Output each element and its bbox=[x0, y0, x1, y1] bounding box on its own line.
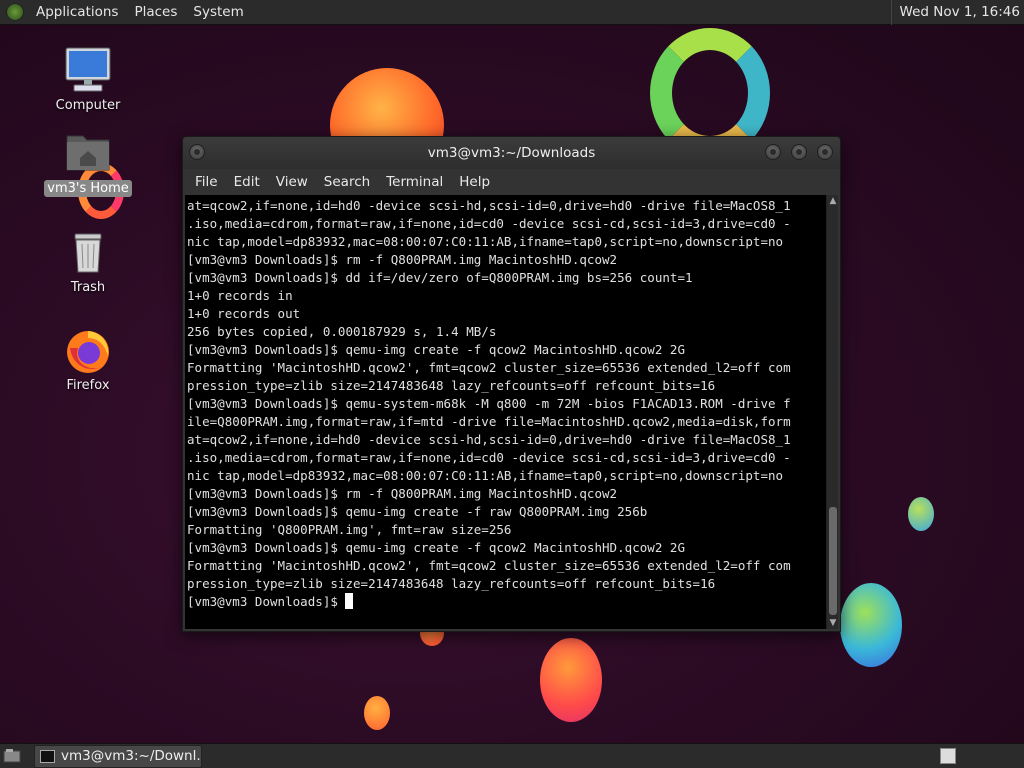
scrollbar-thumb[interactable] bbox=[829, 507, 837, 615]
close-button[interactable] bbox=[817, 144, 833, 160]
terminal-line: [vm3@vm3 Downloads]$ qemu-img create -f … bbox=[187, 342, 686, 357]
text-cursor bbox=[345, 593, 354, 609]
desktop-icon-firefox[interactable]: Firefox bbox=[43, 326, 133, 393]
home-folder-icon bbox=[64, 128, 112, 176]
terminal-icon bbox=[40, 750, 55, 763]
firefox-icon bbox=[64, 326, 112, 374]
desktop-icon-computer[interactable]: Computer bbox=[43, 46, 133, 113]
terminal-line: .iso,media=cdrom,format=raw,if=none,id=c… bbox=[187, 216, 791, 231]
terminal-line: at=qcow2,if=none,id=hd0 -device scsi-hd,… bbox=[187, 432, 791, 447]
terminal-line: pression_type=zlib size=2147483648 lazy_… bbox=[187, 378, 716, 393]
terminal-window[interactable]: vm3@vm3:~/Downloads File Edit View Searc… bbox=[182, 136, 841, 632]
places-menu[interactable]: Places bbox=[126, 0, 185, 25]
menu-search[interactable]: Search bbox=[316, 169, 378, 195]
workspace-switcher[interactable] bbox=[940, 748, 956, 764]
terminal-line: [vm3@vm3 Downloads]$ qemu-img create -f … bbox=[187, 540, 686, 555]
scroll-down-arrow-icon[interactable]: ▼ bbox=[827, 617, 839, 629]
gnome-foot-icon[interactable] bbox=[6, 3, 24, 21]
system-menu[interactable]: System bbox=[185, 0, 251, 25]
terminal-line: [vm3@vm3 Downloads]$ qemu-img create -f … bbox=[187, 504, 648, 519]
terminal-line: at=qcow2,if=none,id=hd0 -device scsi-hd,… bbox=[187, 198, 791, 213]
terminal-prompt: [vm3@vm3 Downloads]$ bbox=[187, 594, 346, 609]
maximize-button[interactable] bbox=[791, 144, 807, 160]
terminal-line: nic tap,model=dp83932,mac=08:00:07:C0:11… bbox=[187, 468, 784, 483]
terminal-line: Formatting 'MacintoshHD.qcow2', fmt=qcow… bbox=[187, 360, 791, 375]
window-titlebar[interactable]: vm3@vm3:~/Downloads bbox=[183, 137, 840, 169]
desktop-icon-trash[interactable]: Trash bbox=[43, 228, 133, 295]
bottom-panel: vm3@vm3:~/Downl... bbox=[0, 743, 1024, 768]
terminal-output[interactable]: at=qcow2,if=none,id=hd0 -device scsi-hd,… bbox=[185, 195, 826, 629]
orange-bubble-decoration bbox=[540, 638, 602, 722]
terminal-line: [vm3@vm3 Downloads]$ rm -f Q800PRAM.img … bbox=[187, 486, 618, 501]
terminal-line: 256 bytes copied, 0.000187929 s, 1.4 MB/… bbox=[187, 324, 497, 339]
terminal-menubar: File Edit View Search Terminal Help bbox=[183, 169, 840, 195]
terminal-line: Formatting 'Q800PRAM.img', fmt=raw size=… bbox=[187, 522, 512, 537]
terminal-line: .iso,media=cdrom,format=raw,if=none,id=c… bbox=[187, 450, 791, 465]
taskbar-terminal-button[interactable]: vm3@vm3:~/Downl... bbox=[34, 745, 202, 768]
clock[interactable]: Wed Nov 1, 16:46 bbox=[890, 0, 1020, 25]
terminal-scrollbar[interactable]: ▲ ▼ bbox=[826, 195, 838, 629]
terminal-line: 1+0 records in bbox=[187, 288, 293, 303]
menu-help[interactable]: Help bbox=[451, 169, 498, 195]
desktop-icon-label: Trash bbox=[70, 280, 106, 295]
terminal-line: ile=Q800PRAM.img,format=raw,if=mtd -driv… bbox=[187, 414, 791, 429]
desktop-icon-label: Firefox bbox=[66, 378, 110, 393]
terminal-line: [vm3@vm3 Downloads]$ rm -f Q800PRAM.img … bbox=[187, 252, 618, 267]
trash-icon bbox=[64, 228, 112, 276]
desktop-icon-label: Computer bbox=[55, 98, 121, 113]
applications-menu[interactable]: Applications bbox=[28, 0, 126, 25]
terminal-line: Formatting 'MacintoshHD.qcow2', fmt=qcow… bbox=[187, 558, 791, 573]
blue-bubble-decoration bbox=[840, 583, 902, 667]
desktop-icon-home[interactable]: vm3's Home bbox=[43, 128, 133, 197]
blue-bubble-decoration bbox=[908, 497, 934, 531]
terminal-prompt-line[interactable]: [vm3@vm3 Downloads]$ bbox=[187, 593, 826, 611]
menu-file[interactable]: File bbox=[187, 169, 226, 195]
menu-edit[interactable]: Edit bbox=[226, 169, 268, 195]
terminal-line: 1+0 records out bbox=[187, 306, 301, 321]
orange-bubble-decoration bbox=[364, 696, 390, 730]
minimize-button[interactable] bbox=[765, 144, 781, 160]
show-desktop-icon[interactable] bbox=[3, 748, 21, 764]
terminal-line: [vm3@vm3 Downloads]$ dd if=/dev/zero of=… bbox=[187, 270, 693, 285]
computer-icon bbox=[64, 46, 112, 94]
menu-terminal[interactable]: Terminal bbox=[378, 169, 451, 195]
taskbar-button-label: vm3@vm3:~/Downl... bbox=[61, 748, 202, 764]
desktop-icon-label: vm3's Home bbox=[44, 180, 132, 197]
scroll-up-arrow-icon[interactable]: ▲ bbox=[827, 195, 839, 207]
window-title: vm3@vm3:~/Downloads bbox=[427, 145, 596, 161]
terminal-line: pression_type=zlib size=2147483648 lazy_… bbox=[187, 576, 716, 591]
menu-view[interactable]: View bbox=[268, 169, 316, 195]
terminal-line: [vm3@vm3 Downloads]$ qemu-system-m68k -M… bbox=[187, 396, 791, 411]
top-panel: Applications Places System Wed Nov 1, 16… bbox=[0, 0, 1024, 25]
terminal-line: nic tap,model=dp83932,mac=08:00:07:C0:11… bbox=[187, 234, 784, 249]
